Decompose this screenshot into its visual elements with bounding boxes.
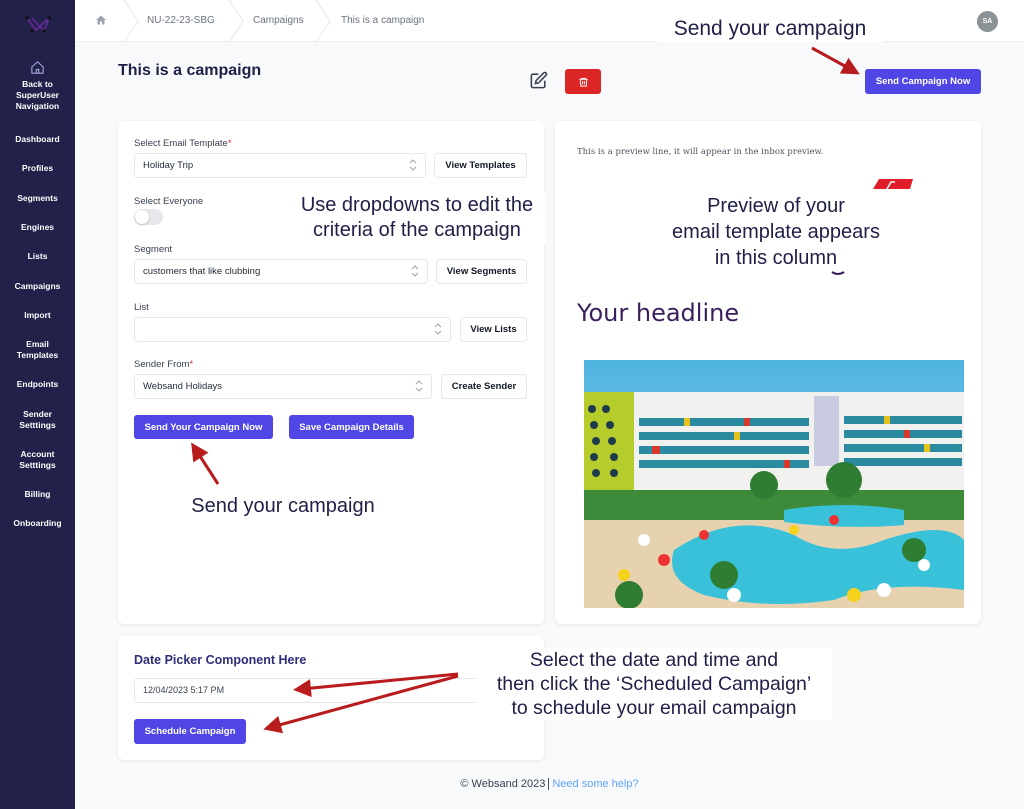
segment-select[interactable]: customers that like clubbing [134, 259, 428, 284]
save-campaign-details-button[interactable]: Save Campaign Details [289, 415, 414, 439]
email-template-select[interactable]: Holiday Trip [134, 153, 426, 178]
home-icon [31, 61, 44, 74]
sidebar-item-account-settings[interactable]: Account Setttings [0, 449, 75, 471]
annotation-send-top: Send your campaign [657, 16, 883, 43]
chevron-up-down-icon [434, 323, 442, 335]
sidebar-item-back-to-superuser[interactable]: Back to SuperUser Navigation [0, 60, 75, 112]
annotation-line: Select the date and time and [529, 649, 779, 671]
page-title: This is a campaign [118, 62, 262, 79]
sidebar-item-email-templates[interactable]: Email Templates [0, 339, 75, 361]
sidebar-item-sender-settings[interactable]: Sender Setttings [0, 409, 75, 431]
chevron-up-down-icon [409, 159, 417, 171]
sidebar-item-lists[interactable]: Lists [0, 251, 75, 262]
select-everyone-toggle[interactable] [134, 209, 163, 225]
list-label: List [134, 302, 149, 313]
send-your-campaign-now-button[interactable]: Send Your Campaign Now [134, 415, 273, 439]
breadcrumb-separator [315, 0, 331, 42]
sidebar-item-dashboard[interactable]: Dashboard [0, 134, 75, 145]
date-time-input[interactable]: 12/04/2023 5:17 PM [134, 678, 504, 703]
schedule-campaign-button[interactable]: Schedule Campaign [134, 719, 246, 744]
sidebar-item-endpoints[interactable]: Endpoints [0, 379, 75, 390]
brand-logo-icon [873, 179, 913, 189]
preview-headline: Your headline [577, 299, 740, 327]
create-sender-button[interactable]: Create Sender [441, 374, 527, 399]
annotation-preview: Preview of your email template appears i… [652, 193, 900, 271]
breadcrumb-campaigns[interactable]: Campaigns [253, 15, 304, 26]
sidebar-item-billing[interactable]: Billing [0, 489, 75, 500]
footer-divider [548, 778, 550, 791]
sidebar-item-import[interactable]: Import [0, 310, 75, 321]
annotation-line: then click the ‘Scheduled Campaign’ [496, 673, 812, 695]
date-picker-title: Date Picker Component Here [134, 653, 307, 667]
view-segments-button[interactable]: View Segments [436, 259, 527, 284]
annotation-send-bottom: Send your campaign [178, 494, 388, 519]
annotation-line: Use dropdowns to edit the [300, 194, 534, 216]
send-campaign-now-button[interactable]: Send Campaign Now [865, 69, 981, 94]
sidebar-item-campaigns[interactable]: Campaigns [0, 281, 75, 292]
segment-label: Segment [134, 244, 173, 255]
sidebar: Back to SuperUser Navigation Dashboard P… [0, 0, 75, 809]
footer: © Websand 2023 Need some help? [0, 778, 1024, 791]
breadcrumb-current: This is a campaign [341, 15, 425, 26]
websand-logo-icon [25, 16, 51, 33]
chevron-up-down-icon [411, 265, 419, 277]
trash-icon [578, 77, 588, 87]
view-templates-button[interactable]: View Templates [434, 153, 527, 178]
sidebar-item-segments[interactable]: Segments [0, 193, 75, 204]
sidebar-item-onboarding[interactable]: Onboarding [0, 518, 75, 529]
sender-from-select[interactable]: Websand Holidays [134, 374, 432, 399]
breadcrumb-separator [228, 0, 244, 42]
chevron-up-down-icon [415, 380, 423, 392]
edit-icon[interactable] [529, 71, 548, 90]
hotel-pool-image [584, 360, 964, 608]
sidebar-item-label: Back to SuperUser Navigation [15, 79, 60, 111]
toggle-knob [135, 210, 149, 224]
sidebar-item-engines[interactable]: Engines [0, 222, 75, 233]
preview-line-text: This is a preview line, it will appear i… [577, 147, 824, 157]
breadcrumb-home-icon[interactable] [95, 14, 107, 26]
annotation-line: Preview of your [707, 195, 845, 217]
select-everyone-label: Select Everyone [134, 196, 204, 207]
template-label: Select Email Template* [134, 138, 232, 149]
annotation-line: to schedule your email campaign [511, 697, 797, 719]
user-avatar[interactable]: SA [977, 11, 998, 32]
copyright-text: © Websand 2023 [460, 778, 546, 790]
annotation-line: email template appears [672, 221, 880, 243]
help-link[interactable]: Need some help? [552, 778, 638, 790]
view-lists-button[interactable]: View Lists [460, 317, 527, 342]
sender-from-label: Sender From* [134, 359, 194, 370]
annotation-schedule: Select the date and time and then click … [476, 648, 832, 720]
sidebar-item-profiles[interactable]: Profiles [0, 163, 75, 174]
annotation-line: in this column [714, 247, 838, 269]
breadcrumb-org[interactable]: NU-22-23-SBG [147, 15, 215, 26]
annotation-line: criteria of the campaign [313, 219, 521, 241]
delete-button[interactable] [565, 69, 601, 94]
list-select[interactable] [134, 317, 451, 342]
breadcrumb-separator [123, 0, 139, 42]
arrow-to-send-top [811, 46, 860, 75]
annotation-dropdowns: Use dropdowns to edit the criteria of th… [288, 193, 546, 243]
